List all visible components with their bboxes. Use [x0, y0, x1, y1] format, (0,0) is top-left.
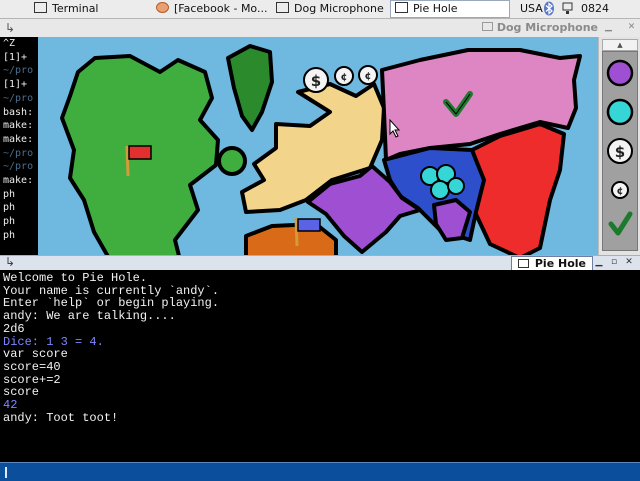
console-line: score: [3, 385, 40, 400]
checkmark-icon[interactable]: [608, 211, 633, 236]
window-icon: [517, 259, 529, 268]
terminal-line: ^Z: [3, 38, 16, 49]
terminal-line: ~/pro: [3, 161, 34, 173]
palette-list: $ ¢: [602, 51, 638, 251]
console-line: var score: [3, 347, 68, 362]
close-button[interactable]: ✕: [626, 22, 637, 33]
console-line: andy: Toot toot!: [3, 410, 119, 425]
svg-text:$: $: [615, 143, 625, 161]
terminal-line: make:: [3, 120, 34, 132]
task-terminal[interactable]: Terminal: [30, 1, 145, 17]
minimize-button[interactable]: ▁: [603, 22, 614, 33]
terminal-window[interactable]: ^Z [1]+ ~/pro [1]+ ~/pro bash: make: mak…: [0, 37, 38, 255]
svg-text:¢: ¢: [617, 186, 624, 197]
window-icon: [276, 2, 289, 13]
terminal-line: ~/pro: [3, 92, 34, 104]
cyan-blob[interactable]: [447, 177, 465, 195]
console-line: score+=2: [3, 372, 61, 387]
terminal-line: ph: [3, 202, 16, 214]
terminal-line: make:: [3, 175, 34, 187]
red-territory[interactable]: [470, 122, 566, 255]
task-facebook[interactable]: [Facebook - Mo...: [152, 1, 282, 17]
pie-hole-console[interactable]: Welcome to Pie Hole. Your name is curren…: [0, 270, 640, 462]
terminal-line: [1]+: [3, 51, 28, 63]
purple-swatch[interactable]: [606, 59, 634, 87]
command-input-bar: [0, 462, 640, 481]
console-line: score=40: [3, 359, 61, 374]
console-line: 2d6: [3, 321, 25, 336]
console-line: Dice: 1 3 = 4.: [3, 334, 104, 349]
window-icon: [481, 22, 493, 31]
cyan-blob[interactable]: [430, 180, 450, 200]
maximize-button[interactable]: ▫: [608, 257, 620, 268]
arrow-icon[interactable]: ↳: [5, 255, 15, 269]
task-dog-microphone[interactable]: Dog Microphone: [272, 1, 384, 17]
terminal-line: ~/pro: [3, 65, 34, 77]
game-map[interactable]: $ ¢ ¢: [38, 37, 598, 255]
network-icon[interactable]: [562, 1, 574, 15]
browser-icon: [156, 2, 169, 13]
window-icon: [34, 2, 47, 13]
cyan-swatch[interactable]: [606, 98, 634, 126]
locale-indicator[interactable]: USA: [520, 1, 543, 17]
scroll-up-button[interactable]: ▲: [602, 39, 638, 51]
svg-text:$: $: [311, 72, 321, 90]
taskbar: Terminal [Facebook - Mo... Dog Microphon…: [0, 0, 640, 31]
terminal-line: [1]+: [3, 79, 28, 91]
minimize-button[interactable]: ▁: [593, 257, 605, 268]
terminal-line: ph: [3, 216, 16, 228]
console-line: 42: [3, 398, 18, 413]
map-svg[interactable]: $ ¢ ¢: [38, 37, 598, 255]
close-button[interactable]: ✕: [623, 257, 635, 268]
terminal-line: ph: [3, 188, 16, 200]
terminal-line: ~/pro: [3, 147, 34, 159]
task-pie-hole[interactable]: Pie Hole: [390, 0, 510, 18]
orange-territory[interactable]: [244, 222, 338, 255]
terminal-line: make:: [3, 133, 34, 145]
console-line: Welcome to Pie Hole.: [3, 271, 148, 285]
svg-text:¢: ¢: [341, 72, 348, 83]
arrow-icon[interactable]: ↳: [5, 21, 15, 35]
console-line: andy: We are talking....: [3, 309, 176, 324]
pie-hole-tab[interactable]: Pie Hole: [510, 256, 593, 270]
terminal-line: ph: [3, 229, 16, 241]
command-input[interactable]: [4, 465, 634, 478]
pie-hole-titlebar[interactable]: ↳ Pie Hole ▁ ▫ ✕: [0, 255, 640, 270]
bluetooth-icon[interactable]: [543, 1, 555, 16]
tool-palette: ▲ $ ¢: [598, 37, 640, 255]
terminal-line: bash:: [3, 106, 34, 118]
dog-microphone-title: Dog Microphone: [481, 19, 598, 37]
green-dot[interactable]: [217, 146, 247, 176]
purple-island[interactable]: [432, 198, 472, 242]
window-icon: [395, 2, 408, 13]
green-exclamation[interactable]: [226, 44, 274, 132]
svg-text:¢: ¢: [365, 71, 372, 82]
